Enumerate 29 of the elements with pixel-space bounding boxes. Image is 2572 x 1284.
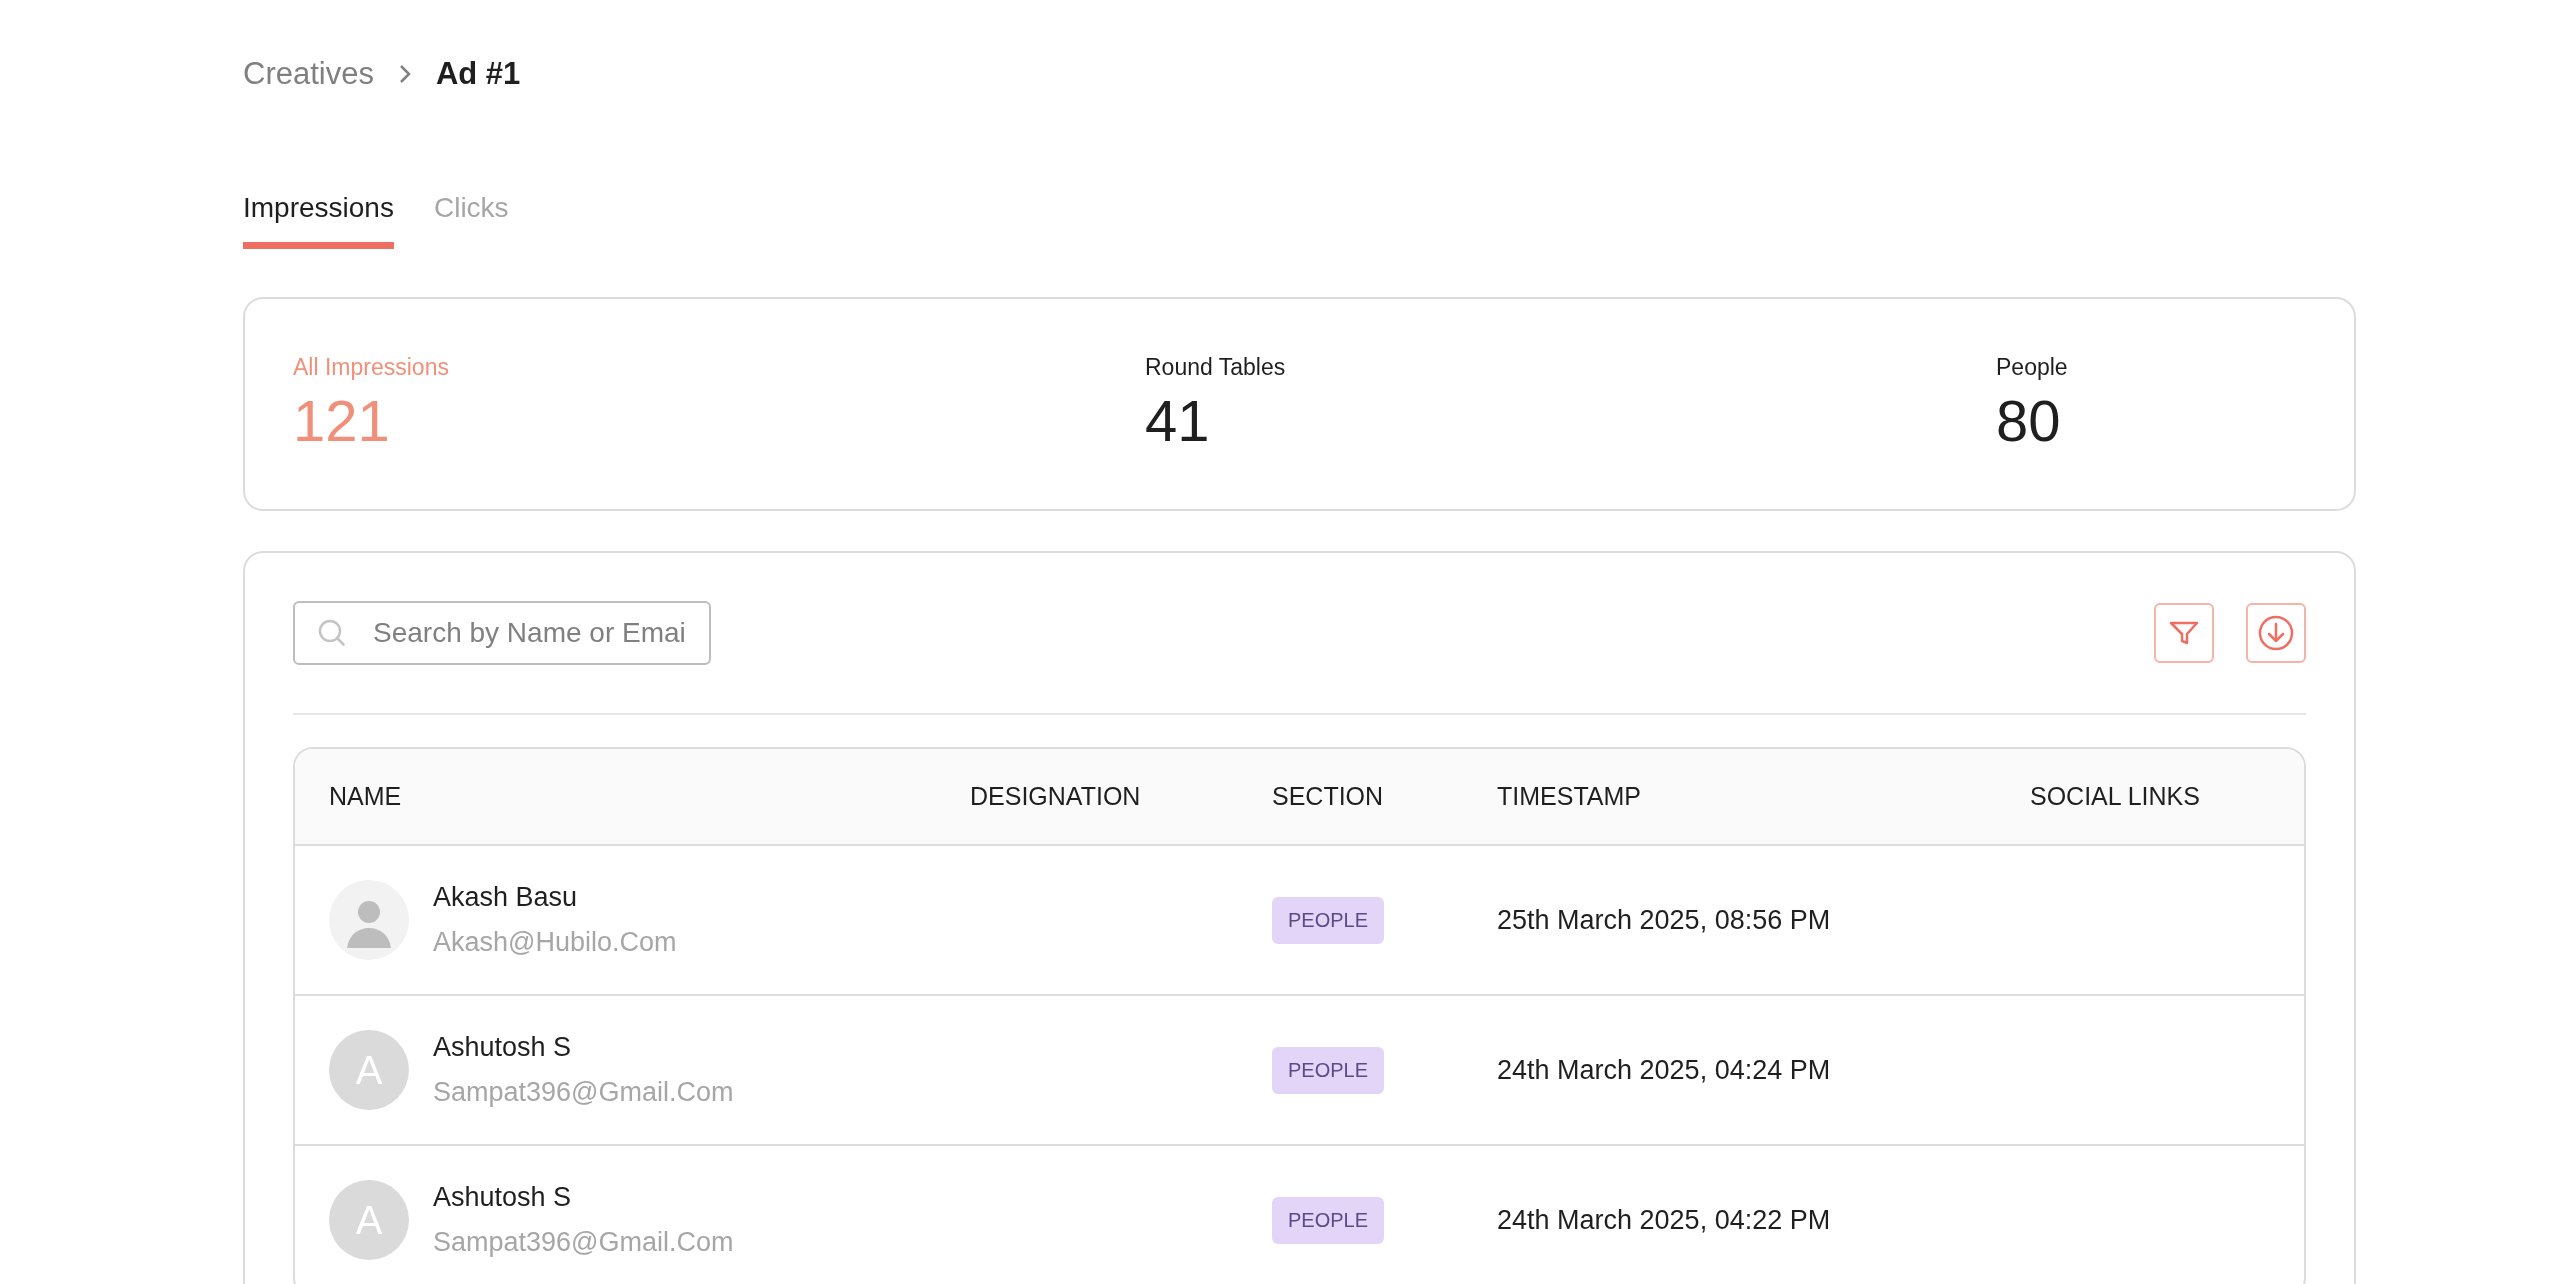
attendee-email: Akash@Hubilo.Com — [433, 927, 677, 958]
stat-label[interactable]: People — [1996, 354, 2306, 381]
attendee-name: Ashutosh S — [433, 1032, 573, 1063]
column-header: SECTION — [1272, 782, 1384, 811]
column-header: SOCIAL LINKS — [2030, 782, 2200, 811]
filter-button[interactable] — [2154, 603, 2214, 663]
column-header: TIMESTAMP — [1497, 782, 1641, 811]
column-header: NAME — [329, 782, 402, 811]
stat-label[interactable]: Round Tables — [1145, 354, 1996, 381]
timestamp-cell: 25th March 2025, 08:56 PM — [1497, 904, 1831, 936]
download-button[interactable] — [2246, 603, 2306, 663]
download-icon — [2257, 614, 2295, 652]
stat-value: 80 — [1996, 387, 2062, 454]
search-field[interactable]: Search by Name or Emai — [293, 601, 711, 665]
section-tag: PEOPLE — [1272, 1196, 1385, 1244]
section-tag: PEOPLE — [1272, 896, 1385, 944]
attendee-email: Sampat396@Gmail.Com — [433, 1077, 734, 1108]
section-tag: PEOPLE — [1272, 1046, 1385, 1094]
timestamp-cell: 24th March 2025, 04:24 PM — [1497, 1054, 1831, 1086]
timestamp-cell: 24th March 2025, 04:22 PM — [1497, 1204, 1831, 1236]
attendee-name: Ashutosh S — [433, 1182, 573, 1213]
breadcrumb-current: Ad #1 — [435, 56, 521, 92]
attendee-name: Akash Basu — [433, 882, 579, 913]
stat-value: 121 — [293, 387, 391, 454]
attendee-email: Sampat396@Gmail.Com — [433, 1227, 734, 1258]
breadcrumb-link[interactable]: Creatives — [243, 56, 374, 92]
stat-value: 41 — [1145, 387, 1211, 454]
tab[interactable]: Impressions — [243, 192, 394, 249]
column-header: DESIGNATION — [970, 782, 1141, 811]
